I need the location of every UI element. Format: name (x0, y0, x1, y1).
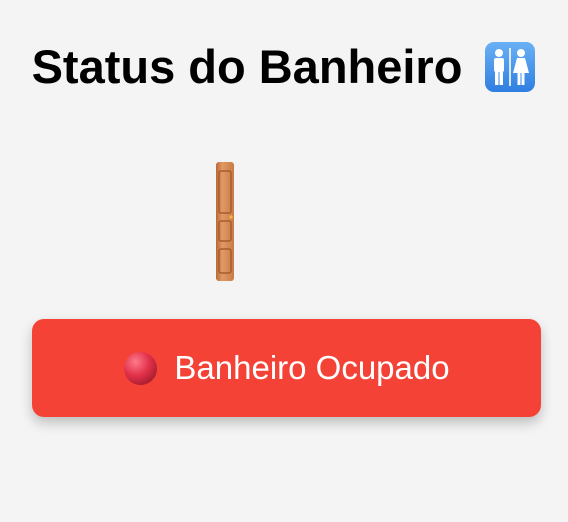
status-button[interactable]: Banheiro Ocupado (32, 319, 541, 417)
page-title: Status do Banheiro (31, 40, 463, 93)
door (215, 161, 235, 282)
status-label: Banheiro Ocupado (174, 349, 450, 386)
header: Status do Banheiro (0, 36, 568, 98)
door-icon (216, 162, 234, 281)
restroom-icon (485, 42, 536, 92)
red-circle-icon (124, 351, 158, 385)
